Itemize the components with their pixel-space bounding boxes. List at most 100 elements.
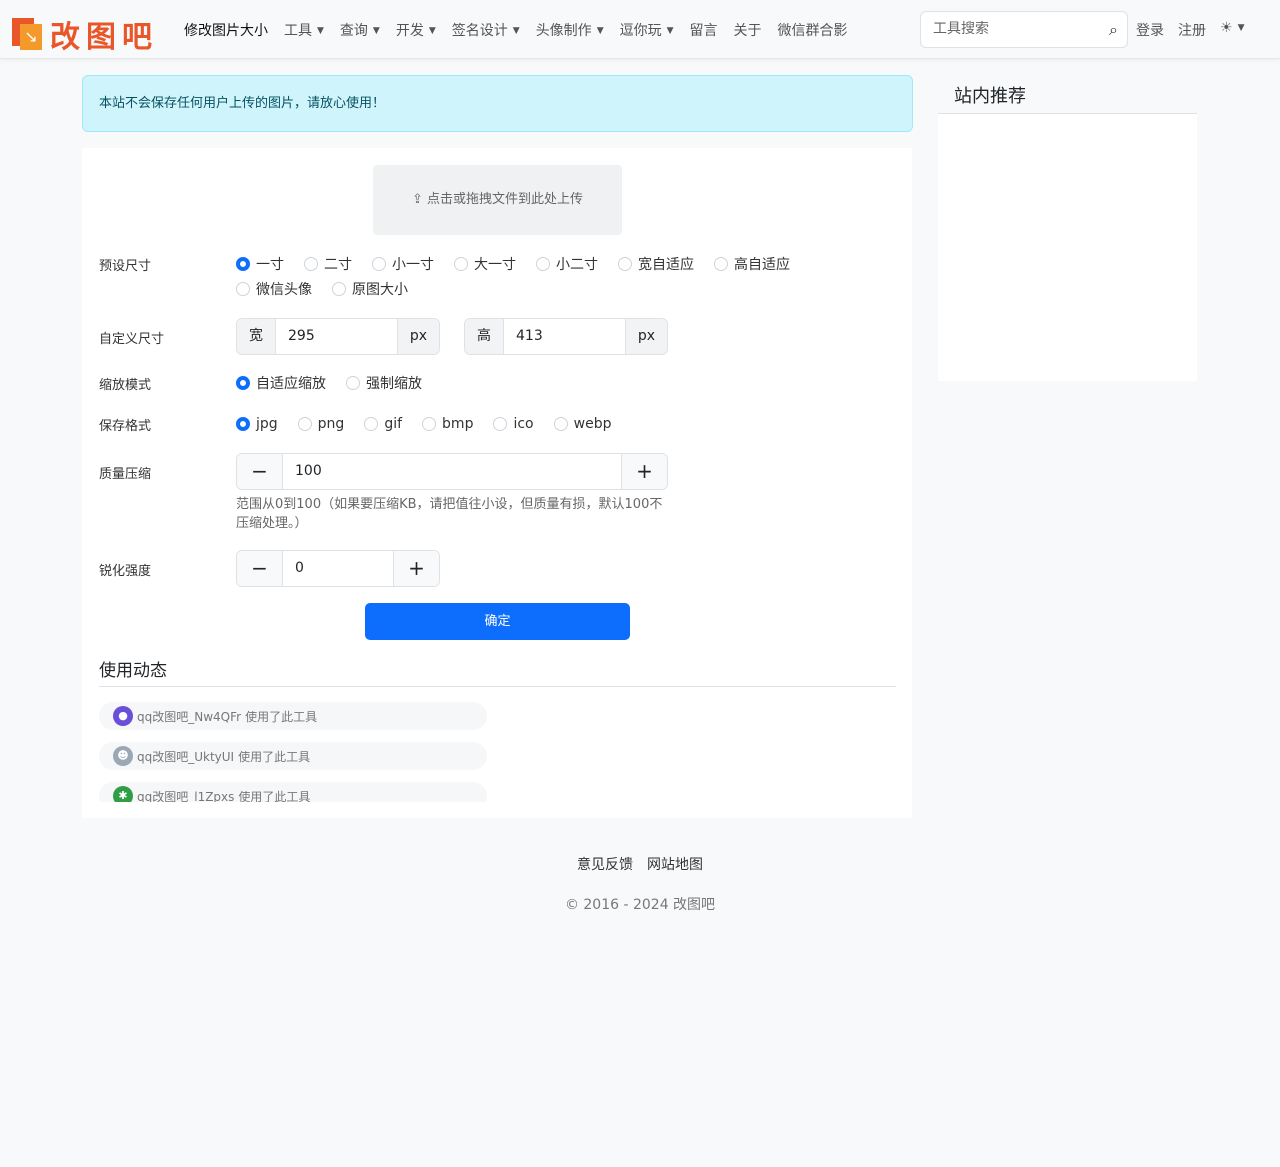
- radio-option[interactable]: png: [297, 415, 345, 432]
- quality-plus-button[interactable]: +: [621, 454, 667, 489]
- radio-icon[interactable]: [236, 256, 250, 271]
- radio-label: png: [317, 415, 345, 432]
- divider: [99, 686, 896, 687]
- width-input[interactable]: 295: [276, 319, 397, 354]
- search-icon[interactable]: ⌕: [1109, 12, 1118, 47]
- radio-label: webp: [573, 415, 612, 432]
- radio-option[interactable]: 一寸: [236, 255, 284, 273]
- format-label: 保存格式: [99, 419, 152, 434]
- radio-icon[interactable]: [332, 281, 346, 296]
- width-unit: px: [396, 319, 439, 354]
- nav-item[interactable]: 头像制作 ▼: [536, 20, 604, 40]
- nav-item[interactable]: 开发 ▼: [396, 20, 436, 40]
- radio-icon[interactable]: [372, 256, 386, 271]
- radio-option[interactable]: 微信头像: [236, 280, 312, 298]
- radio-icon[interactable]: [454, 256, 468, 271]
- radio-label: 自适应缩放: [256, 375, 326, 392]
- radio-option[interactable]: 二寸: [304, 255, 352, 273]
- copyright: © 2016 - 2024 改图吧: [564, 897, 716, 913]
- caret-down-icon: ▼: [317, 26, 324, 36]
- radio-option[interactable]: 宽自适应: [618, 255, 694, 273]
- avatar: ✱: [113, 786, 133, 802]
- nav-item[interactable]: 留言: [690, 20, 718, 40]
- quality-help: 范围从0到100（如果要压缩KB，请把值往小设，但质量有损，默认100不压缩处理…: [236, 497, 663, 531]
- sharpen-plus-button[interactable]: +: [393, 551, 439, 586]
- submit-button[interactable]: 确定: [365, 603, 630, 640]
- radio-option[interactable]: jpg: [236, 415, 278, 432]
- nav-item-label: 工具: [284, 23, 312, 39]
- height-input[interactable]: 413: [504, 319, 625, 354]
- radio-icon[interactable]: [536, 256, 550, 271]
- radio-icon[interactable]: [714, 256, 728, 271]
- quality-input[interactable]: 100: [283, 454, 621, 489]
- radio-option[interactable]: webp: [553, 415, 612, 432]
- sitemap-link[interactable]: 网站地图: [647, 854, 703, 874]
- scale-label: 缩放模式: [99, 378, 152, 393]
- scale-radios: 自适应缩放 强制缩放: [236, 374, 422, 392]
- radio-icon[interactable]: [493, 416, 508, 431]
- sharpen-input[interactable]: 0: [283, 551, 393, 586]
- preset-label: 预设尺寸: [99, 259, 152, 274]
- radio-icon[interactable]: [236, 281, 250, 296]
- tool-search-input[interactable]: 工具搜索 ⌕: [920, 11, 1128, 48]
- nav-item[interactable]: 修改图片大小: [184, 20, 268, 40]
- logo[interactable]: ↘ 改图吧: [12, 12, 158, 56]
- radio-icon[interactable]: [364, 416, 379, 431]
- login-link[interactable]: 登录: [1136, 20, 1164, 40]
- nav-item[interactable]: 工具 ▼: [284, 20, 324, 40]
- radio-icon[interactable]: [346, 375, 360, 390]
- width-input-group: 宽 295 px: [236, 318, 440, 355]
- radio-option[interactable]: 小一寸: [372, 255, 434, 273]
- radio-label: 二寸: [324, 256, 352, 273]
- radio-icon[interactable]: [422, 416, 437, 431]
- radio-label: jpg: [256, 415, 278, 432]
- radio-icon[interactable]: [297, 416, 312, 431]
- avatar: ●: [113, 706, 133, 726]
- privacy-alert: 本站不会保存任何用户上传的图片，请放心使用！: [82, 75, 913, 132]
- quality-stepper: − 100 +: [236, 453, 668, 490]
- upload-text: 点击或拖拽文件到此处上传: [427, 192, 584, 207]
- quality-minus-button[interactable]: −: [237, 454, 283, 489]
- caret-down-icon: ▼: [596, 26, 604, 36]
- radio-option[interactable]: 强制缩放: [346, 374, 422, 392]
- feedback-link[interactable]: 意见反馈: [577, 854, 633, 874]
- nav-item[interactable]: 微信群合影: [778, 20, 848, 40]
- caret-down-icon: ▼: [666, 26, 674, 36]
- radio-option[interactable]: 原图大小: [332, 280, 408, 298]
- usage-item: ✱ qq改图吧_l1Zpxs 使用了此工具: [99, 782, 487, 802]
- radio-label: 微信头像: [256, 281, 312, 298]
- radio-option[interactable]: bmp: [422, 415, 473, 432]
- radio-icon[interactable]: [553, 416, 568, 431]
- height-prefix: 高: [465, 319, 504, 354]
- radio-icon[interactable]: [618, 256, 632, 271]
- radio-option[interactable]: ico: [493, 415, 534, 432]
- radio-label: bmp: [442, 415, 474, 432]
- radio-option[interactable]: 小二寸: [536, 255, 598, 273]
- radio-option[interactable]: 自适应缩放: [236, 374, 326, 392]
- radio-icon[interactable]: [304, 256, 318, 271]
- usage-item: ☻ qq改图吧_UktyUI 使用了此工具: [99, 742, 487, 770]
- nav-item-label: 逗你玩: [619, 23, 662, 39]
- nav-item[interactable]: 关于: [734, 20, 762, 40]
- theme-toggle[interactable]: ☀ ▼: [1220, 20, 1244, 40]
- height-input-group: 高 413 px: [464, 318, 668, 355]
- radio-option[interactable]: gif: [364, 415, 402, 432]
- upload-dropzone[interactable]: ⇪ 点击或拖拽文件到此处上传: [373, 165, 622, 235]
- format-radios: jpg png gif bmp ico webp: [236, 415, 611, 432]
- sidebar-title: 站内推荐: [938, 76, 1197, 114]
- nav-item[interactable]: 逗你玩 ▼: [620, 20, 674, 40]
- radio-option[interactable]: 大一寸: [454, 255, 516, 273]
- navbar: ↘ 改图吧 修改图片大小 工具 ▼ 查询 ▼ 开发 ▼ 签名设计 ▼ 头像制作 ▼ 逗你玩 ▼ 留言 关于微…: [0, 0, 1280, 59]
- radio-icon[interactable]: [236, 375, 250, 390]
- radio-option[interactable]: 高自适应: [714, 255, 790, 273]
- radio-label: 高自适应: [734, 256, 790, 273]
- sharpen-minus-button[interactable]: −: [237, 551, 283, 586]
- register-link[interactable]: 注册: [1178, 20, 1206, 40]
- nav-item[interactable]: 查询 ▼: [340, 20, 380, 40]
- radio-icon[interactable]: [236, 416, 250, 431]
- usage-action: 使用了此工具: [238, 789, 311, 803]
- nav-item-label: 查询: [339, 23, 368, 39]
- nav-item[interactable]: 签名设计 ▼: [452, 20, 520, 40]
- usage-user: qq改图吧_UktyUI: [137, 749, 235, 764]
- search-placeholder: 工具搜索: [933, 21, 989, 37]
